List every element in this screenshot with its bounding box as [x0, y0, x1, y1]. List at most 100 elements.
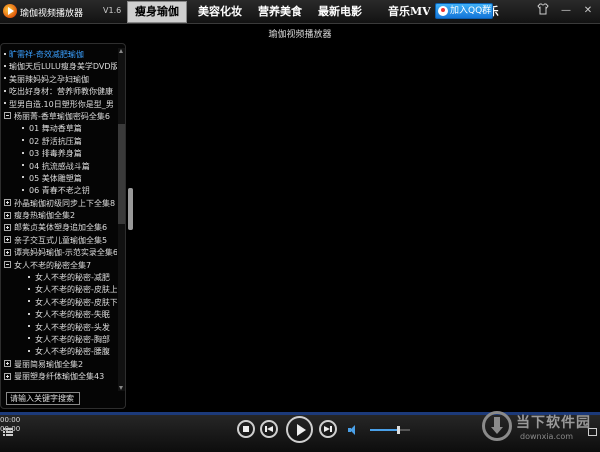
playlist-item-label: 03 排毒养身篇 — [29, 149, 82, 159]
playlist-item-label: 瘦身热瑜伽全集2 — [14, 211, 76, 221]
volume-fill — [370, 429, 398, 431]
playlist-item-label: 01 舞动香草篇 — [29, 124, 82, 134]
playlist-item[interactable]: 吃出好身材：营养师教你健康 — [3, 86, 117, 98]
tab-nutrition-food[interactable]: 营养美食 — [251, 0, 309, 24]
expand-icon[interactable] — [4, 248, 11, 256]
bullet-icon — [22, 176, 24, 179]
playlist-item[interactable]: 曼丽简易瑜伽全集2 — [3, 359, 117, 371]
playlist-item-label: 瑜伽天后LULU瘦身美学DVD版 — [9, 62, 117, 72]
bullet-icon — [4, 64, 6, 67]
playlist-item-label: 杨丽菁-香草瑜伽密码全集6 — [14, 111, 110, 121]
playlist-collapse-handle[interactable] — [128, 188, 133, 230]
playlist-item-label: 05 美体雕塑篇 — [29, 173, 82, 183]
play-button[interactable] — [286, 416, 313, 443]
playlist-item[interactable]: 03 排毒养身篇 — [3, 148, 117, 160]
app-logo-icon — [3, 4, 17, 18]
bullet-icon — [22, 164, 24, 167]
playlist-item[interactable]: 女人不老的秘密-腰腹 — [3, 346, 117, 358]
playlist-item-label: 谭亮妈妈瑜伽-示范实录全集6 — [14, 248, 117, 258]
volume-slider[interactable] — [370, 426, 410, 434]
playlist-item[interactable]: 女人不老的秘密-皮肤下 — [3, 297, 117, 309]
playlist-item[interactable]: 亲子交互式儿童瑜伽全集5 — [3, 235, 117, 247]
bullet-icon — [28, 337, 30, 340]
playlist-item[interactable]: 女人不老的秘密-失眠 — [3, 309, 117, 321]
playlist-item[interactable]: 曼丽塑身纤体瑜伽全集43 — [3, 371, 117, 383]
minimize-button[interactable]: — — [558, 3, 574, 19]
playlist-item[interactable]: 02 舒活抗压篇 — [3, 136, 117, 148]
playlist-item-label: 孙晶瑜伽初级同步上下全集8 — [14, 198, 116, 208]
playlist-item-label: 亲子交互式儿童瑜伽全集5 — [14, 235, 108, 245]
expand-icon[interactable] — [4, 223, 11, 231]
playlist-item-label: 郎紫贞美体塑身追加全集6 — [14, 223, 108, 233]
playlist-tree: 旷需祥-奇效减肥瑜伽瑜伽天后LULU瘦身美学DVD版 美丽辣妈妈之孕妇瑜伽 吃出好身… — [3, 49, 117, 391]
playlist-item[interactable]: 旷需祥-奇效减肥瑜伽 — [3, 49, 117, 61]
playlist-item[interactable]: 女人不老的秘密-头发 — [3, 322, 117, 334]
expand-icon[interactable] — [4, 211, 11, 219]
tab-music-mv[interactable]: 音乐MV — [381, 0, 438, 24]
playlist-item-label: 曼丽简易瑜伽全集2 — [14, 359, 84, 369]
tab-slimming-yoga[interactable]: 瘦身瑜伽 — [127, 1, 187, 23]
playlist-item-label: 06 青春不老之钥 — [29, 186, 90, 196]
playlist-item[interactable]: 06 青春不老之钥 — [3, 185, 117, 197]
search-input[interactable] — [6, 392, 80, 405]
bullet-icon — [28, 300, 30, 303]
playlist-item-label: 旷需祥-奇效减肥瑜伽 — [9, 50, 84, 59]
bullet-icon — [22, 126, 24, 129]
playlist-scrollbar[interactable] — [118, 48, 125, 391]
playlist-item-label: 吃出好身材：营养师教你健康 — [9, 87, 113, 97]
skin-button[interactable] — [535, 3, 551, 19]
playlist-item[interactable]: 01 舞动香草篇 — [3, 123, 117, 135]
playlist-item[interactable]: 瑜伽天后LULU瘦身美学DVD版 — [3, 61, 117, 73]
playlist-item[interactable]: 谭亮妈妈瑜伽-示范实录全集6 — [3, 247, 117, 259]
volume-icon[interactable] — [348, 425, 358, 435]
bullet-icon — [28, 325, 30, 328]
tab-beauty-makeup[interactable]: 美容化妆 — [191, 0, 249, 24]
playlist-item[interactable]: 孙晶瑜伽初级同步上下全集8 — [3, 198, 117, 210]
playlist-item-label: 女人不老的秘密全集7 — [14, 260, 92, 270]
playlist-item-label: 女人不老的秘密-胸部 — [35, 334, 110, 344]
next-button[interactable] — [319, 420, 337, 438]
playlist-item-label: 女人不老的秘密-腰腹 — [35, 347, 110, 357]
expand-icon[interactable] — [4, 372, 11, 380]
playlist-toggle-icon[interactable] — [3, 428, 13, 436]
expand-icon[interactable] — [4, 199, 11, 207]
playlist-item[interactable]: 女人不老的秘密全集7 — [3, 260, 117, 272]
join-qq-group-label: 加入QQ群 — [450, 6, 492, 16]
watermark-url: downxia.com — [520, 432, 574, 441]
playlist-item[interactable]: 型男自造.10日塑形你是型_男 — [3, 99, 117, 111]
expand-icon[interactable] — [4, 236, 11, 244]
video-title: 瑜伽视频播放器 — [268, 30, 332, 40]
playlist-item-label: 型男自造.10日塑形你是型_男 — [9, 99, 114, 109]
playlist-item[interactable]: 05 美体雕塑篇 — [3, 173, 117, 185]
scroll-thumb[interactable] — [118, 124, 125, 225]
join-qq-group-button[interactable]: 加入QQ群 — [435, 3, 493, 19]
collapse-icon[interactable] — [4, 112, 11, 120]
minimize-icon: — — [561, 5, 571, 16]
collapse-icon[interactable] — [4, 261, 11, 269]
bullet-icon — [22, 139, 24, 142]
playlist-item[interactable]: 女人不老的秘密-减肥 — [3, 272, 117, 284]
playlist-item-label: 女人不老的秘密-皮肤下 — [35, 297, 117, 307]
shirt-icon — [537, 3, 549, 15]
playlist-item[interactable]: 瘦身热瑜伽全集2 — [3, 210, 117, 222]
scroll-down-icon[interactable] — [119, 386, 123, 390]
playlist-item-label: 女人不老的秘密-头发 — [35, 322, 110, 332]
playlist-item[interactable]: 女人不老的秘密-胸部 — [3, 334, 117, 346]
playlist-item[interactable]: 郎紫贞美体塑身追加全集6 — [3, 222, 117, 234]
watermark-name: 当下软件园 — [516, 415, 591, 431]
qq-icon — [438, 6, 448, 16]
previous-button[interactable] — [260, 420, 278, 438]
playlist-item[interactable]: 美丽辣妈妈之孕妇瑜伽 — [3, 74, 117, 86]
playlist-item[interactable]: 04 抗流感战斗篇 — [3, 161, 117, 173]
playlist-item-label: 女人不老的秘密-失眠 — [35, 310, 110, 320]
playlist-item[interactable]: 女人不老的秘密-皮肤上 — [3, 284, 117, 296]
stop-button[interactable] — [237, 420, 255, 438]
playlist-item[interactable]: 杨丽菁-香草瑜伽密码全集6 — [3, 111, 117, 123]
volume-thumb[interactable] — [397, 426, 400, 434]
time-elapsed: 00:00 — [0, 416, 21, 424]
expand-icon[interactable] — [4, 360, 11, 368]
tab-latest-movies[interactable]: 最新电影 — [311, 0, 369, 24]
scroll-up-icon[interactable] — [119, 49, 123, 53]
bullet-icon — [4, 89, 6, 92]
close-button[interactable]: ✕ — [580, 3, 596, 19]
